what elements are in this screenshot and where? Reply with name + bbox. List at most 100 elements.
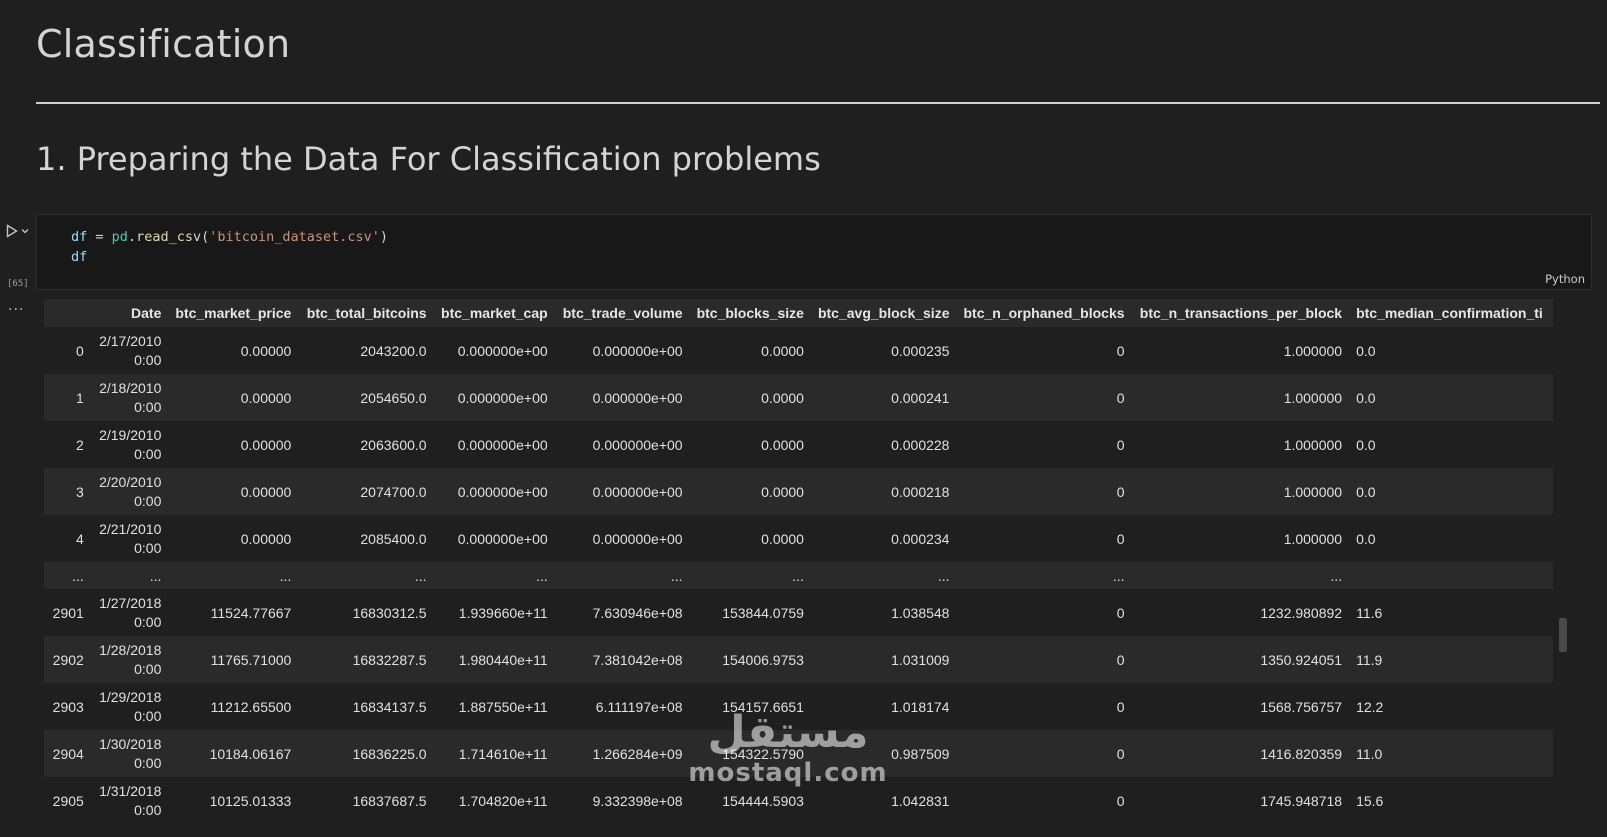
scrollbar-thumb[interactable] bbox=[1559, 618, 1567, 652]
table-cell: 0 bbox=[1116, 792, 1125, 809]
table-cell: 1.000000 bbox=[1283, 530, 1343, 547]
chevron-down-icon[interactable] bbox=[20, 226, 30, 236]
column-header: Date bbox=[90, 299, 169, 327]
row-index: 2901 bbox=[52, 604, 84, 621]
table-cell: 0 bbox=[1116, 436, 1125, 453]
table-cell: ... bbox=[414, 567, 427, 584]
row-index: 1 bbox=[76, 389, 84, 406]
table-cell: 2043200.0 bbox=[360, 342, 427, 359]
column-header bbox=[44, 299, 91, 327]
row-index: ... bbox=[72, 567, 84, 584]
table-cell: 0.000000e+00 bbox=[457, 389, 548, 406]
table-cell: 0.000000e+00 bbox=[592, 530, 683, 547]
row-index: 2902 bbox=[52, 651, 84, 668]
date-cell: 2/17/2010 0:00 bbox=[99, 332, 162, 368]
table-cell: 0.0000 bbox=[761, 389, 804, 406]
dataframe-table: Date btc_market_price btc_total_bitcoins… bbox=[44, 299, 1553, 824]
table-cell: 0.000000e+00 bbox=[592, 483, 683, 500]
table-row: 3 2/20/2010 0:00 0.00000 2074700.0 0.000000e… bbox=[44, 468, 1553, 515]
table-row: .............................. bbox=[44, 562, 1553, 589]
table-cell: 0.000235 bbox=[891, 342, 950, 359]
table-cell: ... bbox=[536, 567, 548, 584]
row-index: 2903 bbox=[52, 698, 84, 715]
row-index: 3 bbox=[76, 483, 84, 500]
play-icon bbox=[6, 224, 18, 238]
table-cell: 0.000000e+00 bbox=[457, 436, 548, 453]
table-cell: 9.332398e+08 bbox=[592, 792, 683, 809]
date-cell: 2/19/2010 0:00 bbox=[99, 426, 162, 462]
code-editor[interactable]: df = pd.read_csv('bitcoin_dataset.csv') … bbox=[71, 227, 388, 267]
date-cell: 1/31/2018 0:00 bbox=[99, 782, 162, 818]
table-cell: 11.6 bbox=[1356, 604, 1383, 621]
row-index: 0 bbox=[76, 342, 84, 359]
date-cell: 1/29/2018 0:00 bbox=[99, 688, 162, 724]
table-cell: 16834137.5 bbox=[352, 698, 427, 715]
date-cell: 2/18/2010 0:00 bbox=[99, 379, 162, 415]
table-cell: 1.704820e+11 bbox=[458, 792, 548, 809]
execution-count: [65] bbox=[7, 279, 29, 289]
code-cell[interactable]: df = pd.read_csv('bitcoin_dataset.csv') … bbox=[36, 214, 1592, 290]
table-cell: 0.0000 bbox=[761, 530, 804, 547]
column-header: btc_n_transactions_per_block bbox=[1131, 299, 1350, 327]
table-cell: 11212.65500 bbox=[210, 698, 292, 715]
table-cell: 1.266284e+09 bbox=[592, 745, 683, 762]
table-cell: 0.00000 bbox=[240, 483, 292, 500]
table-cell: 11.9 bbox=[1356, 651, 1383, 668]
table-row: 2905 1/31/2018 0:00 10125.01333 16837687.5 1… bbox=[44, 777, 1553, 824]
table-cell: 7.630946e+08 bbox=[592, 604, 683, 621]
table-cell: 16836225.0 bbox=[352, 745, 427, 762]
table-cell: 0.000000e+00 bbox=[457, 483, 548, 500]
table-cell: 0.0000 bbox=[761, 342, 804, 359]
row-index: 2904 bbox=[52, 745, 84, 762]
table-cell: 0.000234 bbox=[891, 530, 950, 547]
table-cell: 0.00000 bbox=[240, 389, 292, 406]
column-header: btc_blocks_size bbox=[689, 299, 811, 327]
table-cell: 0.000000e+00 bbox=[592, 436, 683, 453]
table-cell: 154006.9753 bbox=[722, 651, 804, 668]
table-cell: 16832287.5 bbox=[352, 651, 427, 668]
column-header: btc_market_cap bbox=[433, 299, 555, 327]
table-cell: 6.111197e+08 bbox=[595, 698, 683, 715]
date-cell: 1/30/2018 0:00 bbox=[99, 735, 162, 771]
table-cell: 1.000000 bbox=[1283, 436, 1343, 453]
table-cell: ... bbox=[792, 567, 804, 584]
table-cell: 1745.948718 bbox=[1260, 792, 1343, 809]
table-cell: 1.000000 bbox=[1283, 483, 1343, 500]
table-cell: 1568.756757 bbox=[1260, 698, 1343, 715]
cell-language-label[interactable]: Python bbox=[1545, 272, 1585, 286]
table-cell: 0 bbox=[1116, 530, 1125, 547]
column-header: btc_trade_volume bbox=[554, 299, 690, 327]
run-cell-button[interactable] bbox=[6, 222, 38, 240]
table-cell: 0.000000e+00 bbox=[457, 342, 548, 359]
table-body: 0 2/17/2010 0:00 0.00000 2043200.0 0.000000e… bbox=[44, 327, 1553, 824]
table-cell: 1.018174 bbox=[891, 698, 950, 715]
table-cell: 153844.0759 bbox=[722, 604, 804, 621]
table-cell: 0.000228 bbox=[891, 436, 950, 453]
table-cell: 1416.820359 bbox=[1260, 745, 1343, 762]
table-cell: 0.00000 bbox=[240, 530, 292, 547]
code-token-dot: . bbox=[127, 229, 137, 245]
column-header: btc_n_orphaned_blocks bbox=[956, 299, 1132, 327]
table-cell: 0.0 bbox=[1356, 389, 1376, 406]
table-row: 2902 1/28/2018 0:00 11765.71000 16832287.5 1… bbox=[44, 636, 1553, 683]
table-cell: 0 bbox=[1116, 651, 1125, 668]
table-cell: 0.00000 bbox=[240, 436, 292, 453]
table-cell: 10125.01333 bbox=[209, 792, 292, 809]
code-line-2: df bbox=[71, 249, 88, 265]
date-cell: 2/20/2010 0:00 bbox=[99, 473, 162, 509]
table-cell: 0 bbox=[1116, 698, 1125, 715]
table-cell: 0.0 bbox=[1356, 483, 1376, 500]
table-cell: 0.0 bbox=[1356, 342, 1376, 359]
table-cell: 10184.06167 bbox=[209, 745, 292, 762]
table-cell bbox=[1349, 562, 1553, 589]
table-cell: 154322.5790 bbox=[722, 745, 804, 762]
table-cell: 12.2 bbox=[1356, 698, 1384, 715]
table-cell: ... bbox=[1112, 567, 1125, 584]
table-cell: 1.939660e+11 bbox=[458, 604, 548, 621]
table-cell: 2063600.0 bbox=[360, 436, 427, 453]
column-header: btc_avg_block_size bbox=[810, 299, 957, 327]
table-cell: 2074700.0 bbox=[360, 483, 427, 500]
table-cell: 1.714610e+11 bbox=[458, 745, 548, 762]
output-menu-button[interactable]: ... bbox=[8, 298, 24, 314]
table-row: 2901 1/27/2018 0:00 11524.77667 16830312.5 1… bbox=[44, 589, 1553, 636]
